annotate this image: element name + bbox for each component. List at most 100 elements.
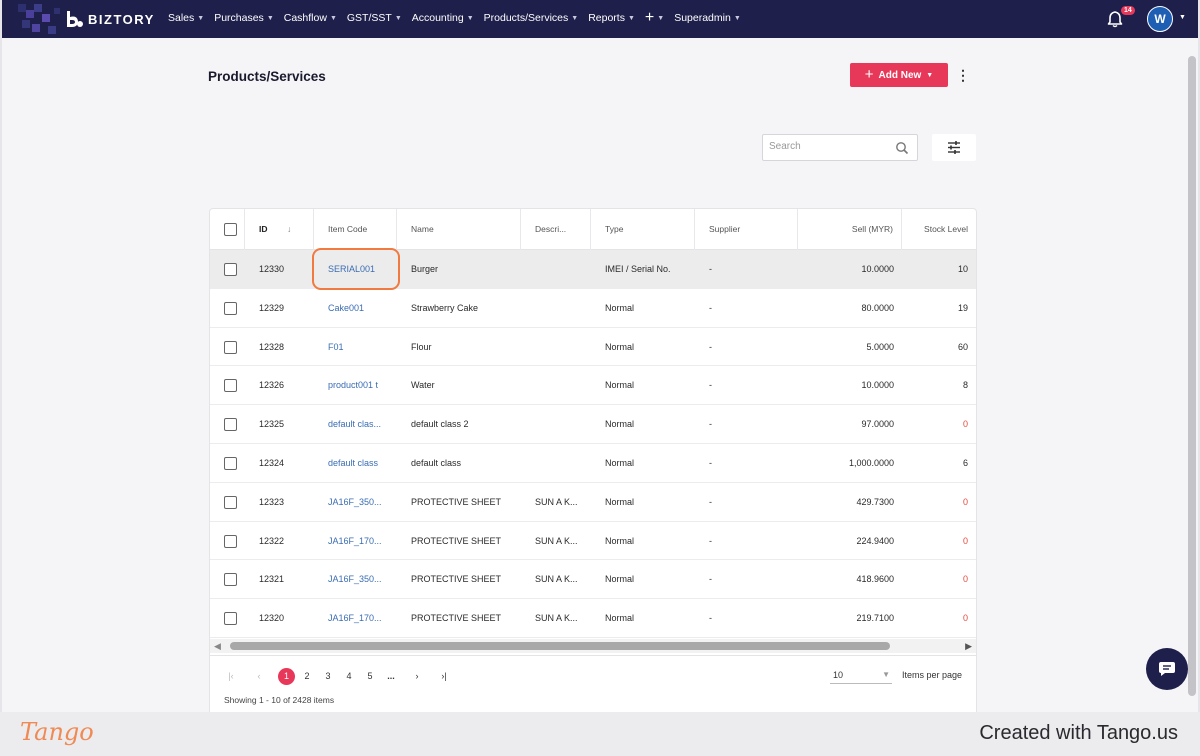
cell-code[interactable]: F01 [314,328,397,366]
table-row[interactable]: 12321 JA16F_350... PROTECTIVE SHEET SUN A K… [210,560,976,600]
per-page-value: 10 [833,670,844,680]
cell-desc [521,444,591,482]
row-checkbox[interactable] [224,418,237,432]
cell-stock: 0 [962,535,968,546]
table-row[interactable]: 12326 product001 t Water Normal - 10.0000 8 [210,366,976,406]
row-checkbox[interactable] [224,534,237,548]
table-row[interactable]: 12322 JA16F_170... PROTECTIVE SHEET SUN A K… [210,522,976,561]
row-checkbox[interactable] [224,301,237,315]
column-header-id[interactable]: ID ↓ [245,209,314,250]
chevron-down-icon: ▼ [627,14,635,22]
add-new-button[interactable]: + Add New ▼ [850,63,948,87]
cell-id: 12324 [259,458,285,468]
add-new-label: Add New [878,69,922,81]
column-header-description[interactable]: Descri... [521,209,591,250]
horizontal-scrollbar[interactable]: ◀ ▶ [210,639,976,653]
page-ellipsis[interactable]: ... [382,668,400,684]
filter-settings-button[interactable] [932,134,976,161]
row-checkbox[interactable] [224,612,237,626]
cell-sell: 80.0000 [861,302,894,313]
column-header-name[interactable]: Name [397,209,521,250]
search-icon[interactable] [895,141,909,155]
row-checkbox[interactable] [224,340,237,354]
menu-quick-add[interactable]: + ▼ [645,10,664,26]
cell-id: 12325 [259,419,285,430]
page-3[interactable]: 3 [319,668,337,684]
cell-id: 12326 [259,380,285,391]
menu-accounting[interactable]: Accounting ▼ [412,12,474,24]
cell-id: 12328 [259,341,285,352]
cell-code[interactable]: JA16F_350... [314,560,397,598]
cell-desc [521,328,591,366]
table-row[interactable]: 12323 JA16F_350... PROTECTIVE SHEET SUN A K… [210,483,976,522]
column-header-stock-level[interactable]: Stock Level [902,209,976,250]
menu-gst-sst[interactable]: GST/SST ▼ [347,12,402,24]
table-row[interactable]: 12328 F01 Flour Normal - 5.0000 60 [210,328,976,367]
scroll-left-arrow-icon[interactable]: ◀ [214,641,221,652]
page-5[interactable]: 5 [361,668,379,684]
column-header-type[interactable]: Type [591,209,695,250]
cell-stock: 60 [957,341,968,352]
cell-code[interactable]: JA16F_170... [314,522,397,560]
column-header-item-code[interactable]: Item Code [314,209,397,250]
menu-purchases[interactable]: Purchases ▼ [214,12,274,24]
cell-code[interactable]: JA16F_350... [314,483,397,521]
menu-sales[interactable]: Sales ▼ [168,12,204,24]
menu-products-services[interactable]: Products/Services ▼ [484,12,579,24]
biztory-logo[interactable]: BIZTORY [64,10,155,28]
scrollbar-thumb[interactable] [230,642,890,650]
scroll-right-arrow-icon[interactable]: ▶ [965,641,972,652]
chat-support-button[interactable] [1146,648,1188,690]
cell-supplier: - [709,458,712,468]
cell-stock: 10 [957,264,968,274]
cell-code[interactable]: default class [314,444,397,482]
row-checkbox[interactable] [224,263,237,276]
page-2[interactable]: 2 [298,668,316,684]
cell-code[interactable]: JA16F_170... [314,599,397,637]
chat-icon [1159,662,1175,676]
more-options-icon[interactable]: ⋮ [956,66,970,84]
avatar[interactable]: W [1147,6,1173,32]
page-4[interactable]: 4 [340,668,358,684]
cell-stock: 6 [962,458,968,468]
cell-supplier: - [709,264,712,274]
pagination: |‹ ‹ 1 2 3 4 5 ... › ›| 10 ▼ Items per p… [210,655,976,695]
items-per-page-select[interactable]: 10 ▼ [830,666,892,684]
column-header-supplier[interactable]: Supplier [695,209,798,250]
sort-arrow-down-icon: ↓ [287,224,292,234]
menu-cashflow[interactable]: Cashflow ▼ [284,12,337,24]
cell-code[interactable]: product001 t [314,366,397,404]
prev-page-icon[interactable]: ‹ [250,668,268,684]
cell-name: default class [411,458,462,468]
table-row[interactable]: 12329 Cake001 Strawberry Cake Normal - 80.000… [210,289,976,328]
top-navbar: BIZTORY Sales ▼ Purchases ▼ Cashflow ▼ GST/… [2,0,1198,38]
menu-superadmin[interactable]: Superadmin ▼ [674,12,741,24]
first-page-icon[interactable]: |‹ [222,668,240,684]
page-vertical-scrollbar[interactable] [1188,56,1196,696]
cell-code[interactable]: Cake001 [314,289,397,327]
row-checkbox[interactable] [224,379,237,393]
column-header-sell[interactable]: Sell (MYR) [798,209,902,250]
select-all-checkbox[interactable] [224,223,237,236]
row-checkbox[interactable] [224,457,237,470]
row-checkbox[interactable] [224,573,237,587]
chevron-down-icon[interactable]: ▼ [1179,14,1186,21]
chevron-down-icon: ▼ [266,14,274,22]
cell-desc [521,405,591,443]
select-all-cell [210,209,245,250]
next-page-icon[interactable]: › [408,668,426,684]
table-row[interactable]: 12325 default clas... default class 2 Norma… [210,405,976,444]
search-input[interactable] [769,141,889,152]
menu-reports[interactable]: Reports ▼ [588,12,635,24]
last-page-icon[interactable]: ›| [435,668,453,684]
table-row[interactable]: 12324 default class default class Normal - 1,… [210,444,976,483]
chevron-down-icon: ▼ [571,14,579,22]
table-row[interactable]: 12320 JA16F_170... PROTECTIVE SHEET SUN A K… [210,599,976,638]
page-1[interactable]: 1 [278,668,295,685]
cell-supplier: - [709,496,712,507]
row-checkbox[interactable] [224,495,237,509]
cell-code[interactable]: default clas... [314,405,397,443]
menu-label: Accounting [411,12,464,24]
cell-name: Strawberry Cake [411,302,479,313]
cell-name: default class 2 [411,419,469,430]
